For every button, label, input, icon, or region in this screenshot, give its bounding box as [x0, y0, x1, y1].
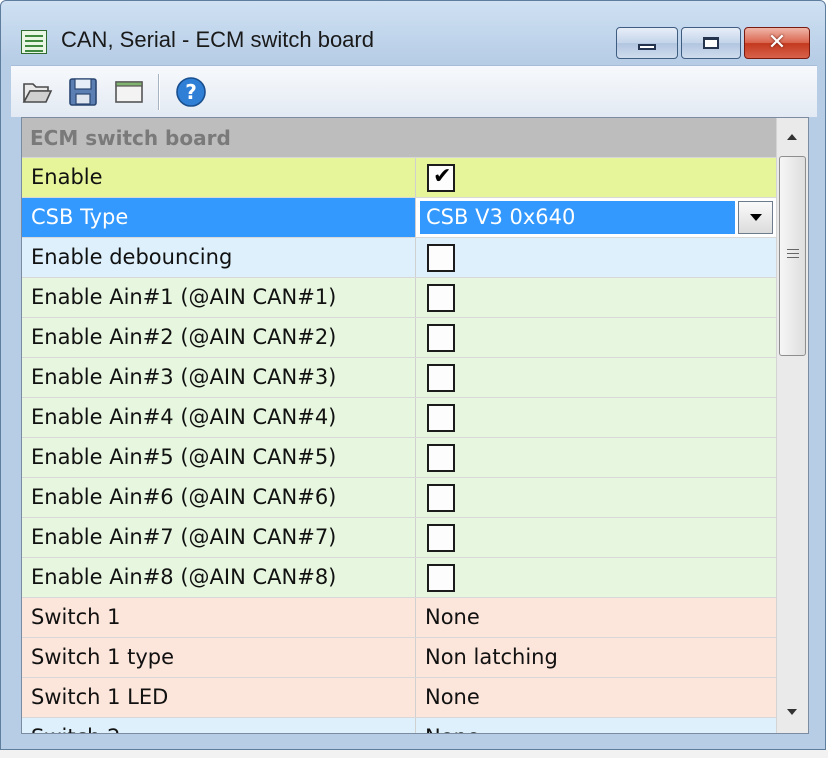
scroll-up-icon[interactable]	[777, 122, 808, 152]
property-value	[417, 278, 776, 317]
switch-1-led-value[interactable]: None	[417, 678, 776, 717]
property-label: Switch 1 type	[22, 638, 416, 677]
row-switch-1[interactable]: Switch 1 None	[22, 598, 776, 638]
ain-1-checkbox[interactable]	[427, 284, 455, 312]
category-header[interactable]: ECM switch board	[22, 118, 776, 158]
maximize-icon	[703, 37, 719, 49]
ain-8-checkbox[interactable]	[427, 564, 455, 592]
property-value: ✔	[417, 158, 776, 197]
grip-icon	[787, 249, 799, 261]
property-label: Switch 1	[22, 598, 416, 637]
property-value: CSB V3 0x640	[417, 198, 776, 237]
row-switch-2[interactable]: Switch 2 None	[22, 718, 776, 733]
ain-4-checkbox[interactable]	[427, 404, 455, 432]
window-bottom-edge	[0, 750, 828, 758]
window-title: CAN, Serial - ECM switch board	[61, 27, 374, 52]
row-enable-ain-3[interactable]: Enable Ain#3 (@AIN CAN#3)	[22, 358, 776, 398]
row-enable-ain-2[interactable]: Enable Ain#2 (@AIN CAN#2)	[22, 318, 776, 358]
property-grid: ECM switch board Enable ✔ CSB Type CSB V…	[21, 117, 809, 734]
property-label: CSB Type	[22, 198, 416, 237]
property-value	[417, 238, 776, 277]
save-button[interactable]	[67, 76, 99, 108]
property-label: Enable Ain#5 (@AIN CAN#5)	[22, 438, 416, 477]
open-button[interactable]	[21, 76, 53, 108]
folder-open-icon	[22, 83, 53, 103]
property-value	[417, 398, 776, 437]
floppy-save-icon	[69, 78, 97, 106]
ain-7-checkbox[interactable]	[427, 524, 455, 552]
property-label: Enable Ain#1 (@AIN CAN#1)	[22, 278, 416, 317]
property-label: Enable	[22, 158, 416, 197]
enable-checkbox[interactable]: ✔	[427, 164, 455, 192]
help-button[interactable]: ?	[175, 76, 207, 108]
property-label: Enable Ain#3 (@AIN CAN#3)	[22, 358, 416, 397]
close-icon: ✕	[767, 30, 787, 55]
row-csb-type[interactable]: CSB Type CSB V3 0x640	[22, 198, 776, 238]
property-value	[417, 518, 776, 557]
switch-2-value[interactable]: None	[417, 718, 776, 733]
property-value	[417, 558, 776, 597]
property-label: Enable Ain#7 (@AIN CAN#7)	[22, 518, 416, 557]
property-value	[417, 438, 776, 477]
title-bar[interactable]: CAN, Serial - ECM switch board ✕	[1, 1, 827, 65]
grid-app-icon	[21, 30, 47, 54]
minimize-button[interactable]	[616, 27, 678, 59]
dropdown-arrow-icon[interactable]	[738, 201, 773, 234]
switch-1-value[interactable]: None	[417, 598, 776, 637]
property-value	[417, 318, 776, 357]
row-enable[interactable]: Enable ✔	[22, 158, 776, 198]
row-enable-ain-6[interactable]: Enable Ain#6 (@AIN CAN#6)	[22, 478, 776, 518]
property-label: Enable Ain#8 (@AIN CAN#8)	[22, 558, 416, 597]
maximize-button[interactable]	[681, 27, 741, 59]
window-view-icon	[115, 81, 143, 103]
property-label: Switch 1 LED	[22, 678, 416, 717]
property-window: CAN, Serial - ECM switch board ✕ ? ECM s…	[0, 0, 826, 750]
row-enable-debouncing[interactable]: Enable debouncing	[22, 238, 776, 278]
row-switch-1-led[interactable]: Switch 1 LED None	[22, 678, 776, 718]
csb-type-select[interactable]: CSB V3 0x640	[420, 201, 773, 234]
toolbar: ?	[11, 65, 817, 117]
debouncing-checkbox[interactable]	[427, 244, 455, 272]
help-icon: ?	[176, 77, 206, 107]
row-switch-1-type[interactable]: Switch 1 type Non latching	[22, 638, 776, 678]
property-rows: ECM switch board Enable ✔ CSB Type CSB V…	[22, 118, 776, 733]
ain-5-checkbox[interactable]	[427, 444, 455, 472]
property-label: Enable Ain#4 (@AIN CAN#4)	[22, 398, 416, 437]
vertical-scrollbar[interactable]	[776, 118, 808, 733]
property-label: Enable Ain#2 (@AIN CAN#2)	[22, 318, 416, 357]
row-enable-ain-8[interactable]: Enable Ain#8 (@AIN CAN#8)	[22, 558, 776, 598]
checkmark-icon: ✔	[433, 164, 452, 189]
row-enable-ain-1[interactable]: Enable Ain#1 (@AIN CAN#1)	[22, 278, 776, 318]
scroll-down-icon[interactable]	[777, 699, 808, 729]
ain-3-checkbox[interactable]	[427, 364, 455, 392]
property-value	[417, 478, 776, 517]
scroll-thumb[interactable]	[779, 156, 806, 356]
toolbar-separator	[158, 74, 160, 110]
ain-6-checkbox[interactable]	[427, 484, 455, 512]
switch-1-type-value[interactable]: Non latching	[417, 638, 776, 677]
svg-text:?: ?	[185, 80, 197, 104]
view-button[interactable]	[113, 76, 145, 108]
property-label: Enable Ain#6 (@AIN CAN#6)	[22, 478, 416, 517]
row-enable-ain-5[interactable]: Enable Ain#5 (@AIN CAN#5)	[22, 438, 776, 478]
property-label: Enable debouncing	[22, 238, 416, 277]
row-enable-ain-4[interactable]: Enable Ain#4 (@AIN CAN#4)	[22, 398, 776, 438]
minimize-icon	[638, 44, 656, 50]
close-button[interactable]: ✕	[744, 27, 810, 59]
row-enable-ain-7[interactable]: Enable Ain#7 (@AIN CAN#7)	[22, 518, 776, 558]
csb-type-value[interactable]: CSB V3 0x640	[420, 201, 735, 234]
property-value	[417, 358, 776, 397]
ain-2-checkbox[interactable]	[427, 324, 455, 352]
property-label: Switch 2	[22, 718, 416, 733]
